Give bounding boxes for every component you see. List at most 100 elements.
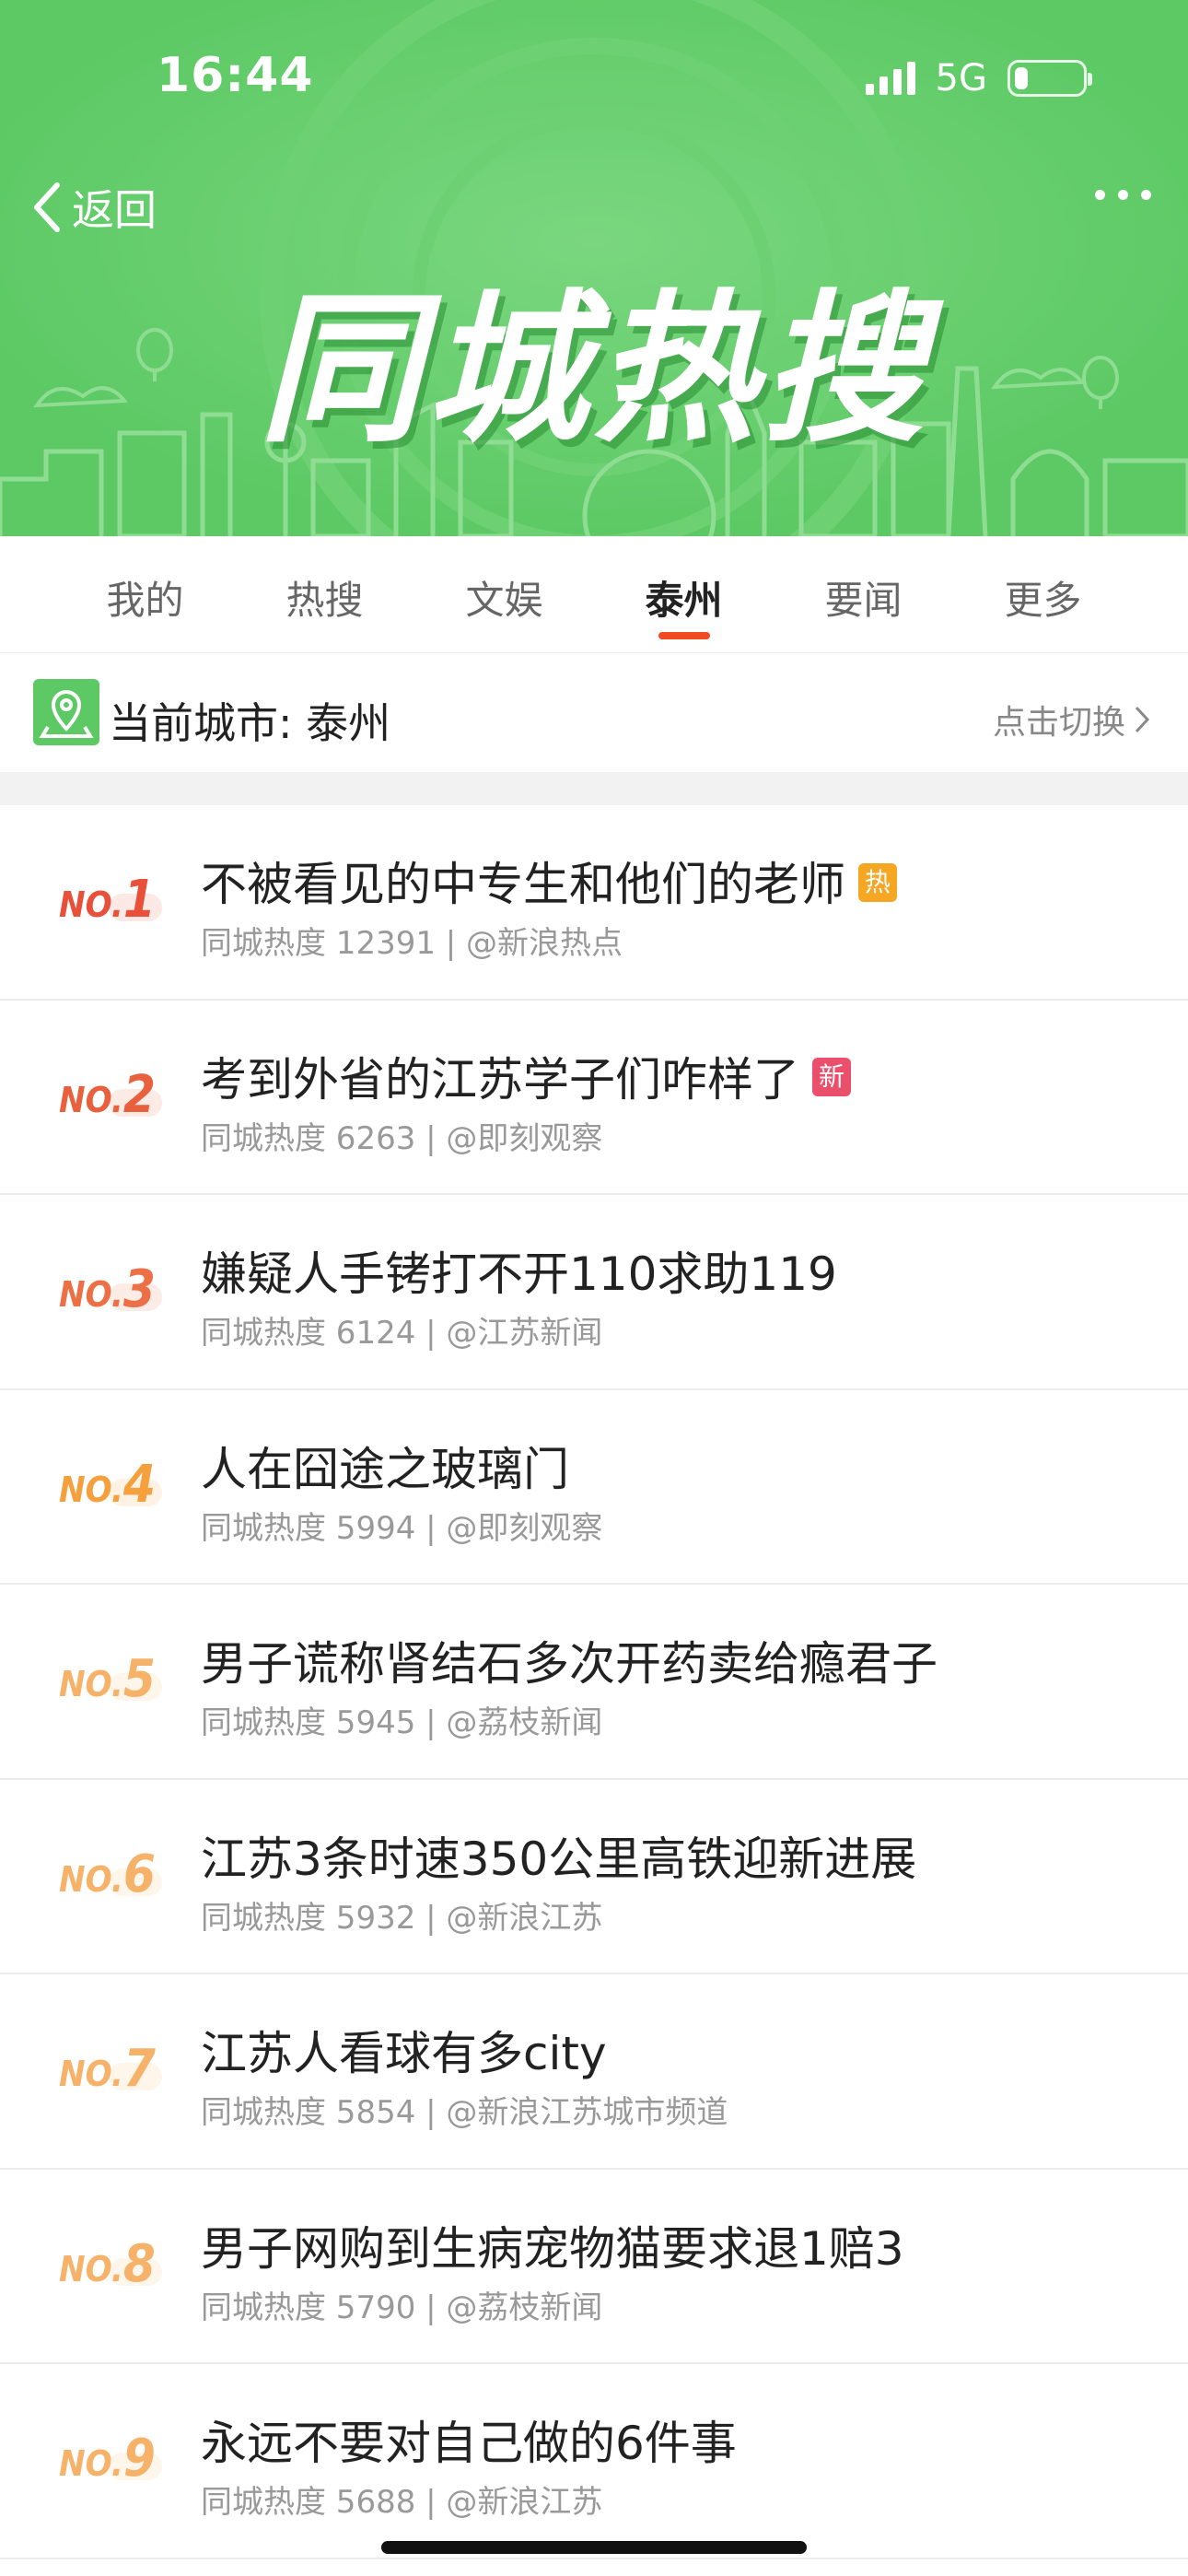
item-title: 男子谎称肾结石多次开药卖给瘾君子 <box>201 1637 938 1691</box>
network-label: 5G <box>935 57 987 100</box>
item-title: 江苏3条时速350公里高铁迎新进展 <box>201 1832 917 1886</box>
item-title-row: 江苏人看球有多city <box>201 2017 607 2083</box>
list-item[interactable]: NO.6 江苏3条时速350公里高铁迎新进展同城热度 5932 | @新浪江苏 <box>0 1779 1188 1974</box>
list-item[interactable]: NO.5 男子谎称肾结石多次开药卖给瘾君子同城热度 5945 | @荔枝新闻 <box>0 1585 1188 1780</box>
rank-label: NO.8 <box>59 2234 156 2294</box>
item-title-row: 男子网购到生病宠物猫要求退1赔3 <box>201 2212 904 2278</box>
rank-prefix: NO. <box>59 1858 123 1900</box>
rank-number: 9 <box>122 2429 156 2488</box>
rank-label: NO.1 <box>59 870 156 930</box>
item-meta: 同城热度 5790 | @荔枝新闻 <box>201 2289 603 2326</box>
item-title-row: 男子谎称肾结石多次开药卖给瘾君子 <box>201 1627 938 1693</box>
rank-label: NO.5 <box>59 1649 156 1709</box>
list-item[interactable]: NO.4 人在囧途之玻璃门同城热度 5994 | @即刻观察 <box>0 1389 1188 1585</box>
rank-prefix: NO. <box>59 1079 123 1120</box>
status-bar-right: 5G <box>865 57 1092 100</box>
status-time: 16:44 <box>157 48 314 103</box>
item-title: 考到外省的江苏学子们咋样了 <box>201 1052 799 1107</box>
chevron-left-icon <box>34 182 60 232</box>
tab-bar: 我的 热搜 文娱 泰州 要闻 更多 <box>0 536 1188 652</box>
battery-icon <box>1007 60 1092 97</box>
rank-prefix: NO. <box>59 884 123 925</box>
active-tab-indicator <box>658 632 710 639</box>
rank-number: 7 <box>122 2039 156 2099</box>
new-badge: 新 <box>812 1058 851 1096</box>
list-item[interactable]: NO.9 永远不要对自己做的6件事同城热度 5688 | @新浪江苏 <box>0 2364 1188 2559</box>
tab-label: 我的 <box>106 578 184 623</box>
item-title-row: 永远不要对自己做的6件事 <box>201 2406 737 2473</box>
rank-number: 1 <box>122 870 156 930</box>
current-city-row[interactable]: 当前城市: 泰州 点击切换 <box>0 652 1188 772</box>
list-item[interactable]: NO.8 男子网购到生病宠物猫要求退1赔3 同城热度 5790 | @荔枝新闻 <box>0 2169 1188 2364</box>
tab-2[interactable]: 文娱 <box>431 536 578 652</box>
rank-prefix: NO. <box>59 1469 123 1510</box>
tab-label: 热搜 <box>285 578 364 623</box>
item-meta: 同城热度 5945 | @荔枝新闻 <box>201 1704 603 1741</box>
banner-title: 同城热搜 <box>258 275 929 464</box>
rank-number: 4 <box>122 1454 156 1515</box>
item-title-row: 考到外省的江苏学子们咋样了新 <box>201 1043 851 1109</box>
home-indicator[interactable] <box>381 2541 807 2554</box>
item-meta: 同城热度 6124 | @江苏新闻 <box>201 1315 603 1352</box>
switch-city-button[interactable]: 点击切换 <box>993 696 1151 744</box>
tab-label: 更多 <box>1004 578 1082 623</box>
rank-number: 8 <box>122 2233 156 2294</box>
item-meta: 同城热度 5688 | @新浪江苏 <box>201 2484 603 2521</box>
back-label: 返回 <box>72 185 157 235</box>
rank-prefix: NO. <box>59 1664 123 1704</box>
rank-prefix: NO. <box>59 1274 123 1315</box>
current-city-label: 当前城市: 泰州 <box>109 698 391 748</box>
item-meta: 同城热度 5932 | @新浪江苏 <box>201 1899 603 1937</box>
list-item[interactable]: NO.2 考到外省的江苏学子们咋样了新同城热度 6263 | @即刻观察 <box>0 1000 1188 1195</box>
list-item[interactable]: NO.3 嫌疑人手铐打不开110求助119 同城热度 6124 | @江苏新闻 <box>0 1195 1188 1390</box>
rank-label: NO.9 <box>59 2429 156 2488</box>
item-title-row: 人在囧途之玻璃门 <box>201 1433 569 1499</box>
item-meta: 同城热度 6263 | @即刻观察 <box>201 1119 603 1157</box>
rank-number: 2 <box>122 1064 156 1125</box>
hot-search-list: NO.1 不被看见的中专生和他们的老师热同城热度 12391 | @新浪热点 NO.… <box>0 805 1188 2559</box>
rank-label: NO.2 <box>59 1065 156 1125</box>
tab-label: 文娱 <box>465 578 543 623</box>
chevron-right-icon <box>1135 706 1150 733</box>
signal-icon <box>865 62 915 95</box>
rank-label: NO.7 <box>59 2039 156 2099</box>
location-pin-icon <box>33 679 99 745</box>
rank-prefix: NO. <box>59 2054 123 2094</box>
item-title: 嫌疑人手铐打不开110求助119 <box>201 1247 837 1301</box>
section-divider <box>0 772 1188 805</box>
header-banner: 16:44 5G 返回 同城热搜 <box>0 0 1188 536</box>
rank-prefix: NO. <box>59 2248 123 2289</box>
tab-3[interactable]: 泰州 <box>611 536 758 652</box>
rank-number: 6 <box>122 1844 156 1904</box>
tab-0[interactable]: 我的 <box>72 536 219 652</box>
rank-prefix: NO. <box>59 2443 123 2484</box>
item-title: 男子网购到生病宠物猫要求退1赔3 <box>201 2221 904 2276</box>
rank-number: 3 <box>122 1259 156 1319</box>
tab-5[interactable]: 更多 <box>970 536 1117 652</box>
tab-label: 要闻 <box>824 578 903 623</box>
rank-number: 5 <box>122 1649 156 1709</box>
back-button[interactable]: 返回 <box>29 177 157 238</box>
item-title: 永远不要对自己做的6件事 <box>201 2417 737 2470</box>
item-title: 不被看见的中专生和他们的老师 <box>201 858 845 911</box>
item-title: 江苏人看球有多city <box>201 2027 607 2080</box>
rank-label: NO.6 <box>59 1844 156 1904</box>
tab-label: 泰州 <box>645 578 723 623</box>
hot-badge: 热 <box>858 862 897 902</box>
more-options-icon[interactable] <box>1095 190 1151 200</box>
item-meta: 同城热度 5854 | @新浪江苏城市频道 <box>201 2094 728 2131</box>
item-meta: 同城热度 12391 | @新浪热点 <box>201 925 623 962</box>
rank-label: NO.4 <box>59 1455 156 1515</box>
battery-level <box>1015 67 1028 89</box>
item-title-row: 江苏3条时速350公里高铁迎新进展 <box>201 1822 916 1889</box>
switch-city-label: 点击切换 <box>992 704 1125 742</box>
item-title-row: 嫌疑人手铐打不开110求助119 <box>201 1237 837 1304</box>
tab-4[interactable]: 要闻 <box>790 536 938 652</box>
rank-label: NO.3 <box>59 1259 156 1319</box>
item-title: 人在囧途之玻璃门 <box>201 1442 569 1496</box>
item-meta: 同城热度 5994 | @即刻观察 <box>201 1509 603 1547</box>
item-title-row: 不被看见的中专生和他们的老师热 <box>201 848 897 914</box>
list-item[interactable]: NO.1 不被看见的中专生和他们的老师热同城热度 12391 | @新浪热点 <box>0 805 1188 1001</box>
tab-1[interactable]: 热搜 <box>251 536 399 652</box>
list-item[interactable]: NO.7 江苏人看球有多city 同城热度 5854 | @新浪江苏城市频道 <box>0 1974 1188 2170</box>
